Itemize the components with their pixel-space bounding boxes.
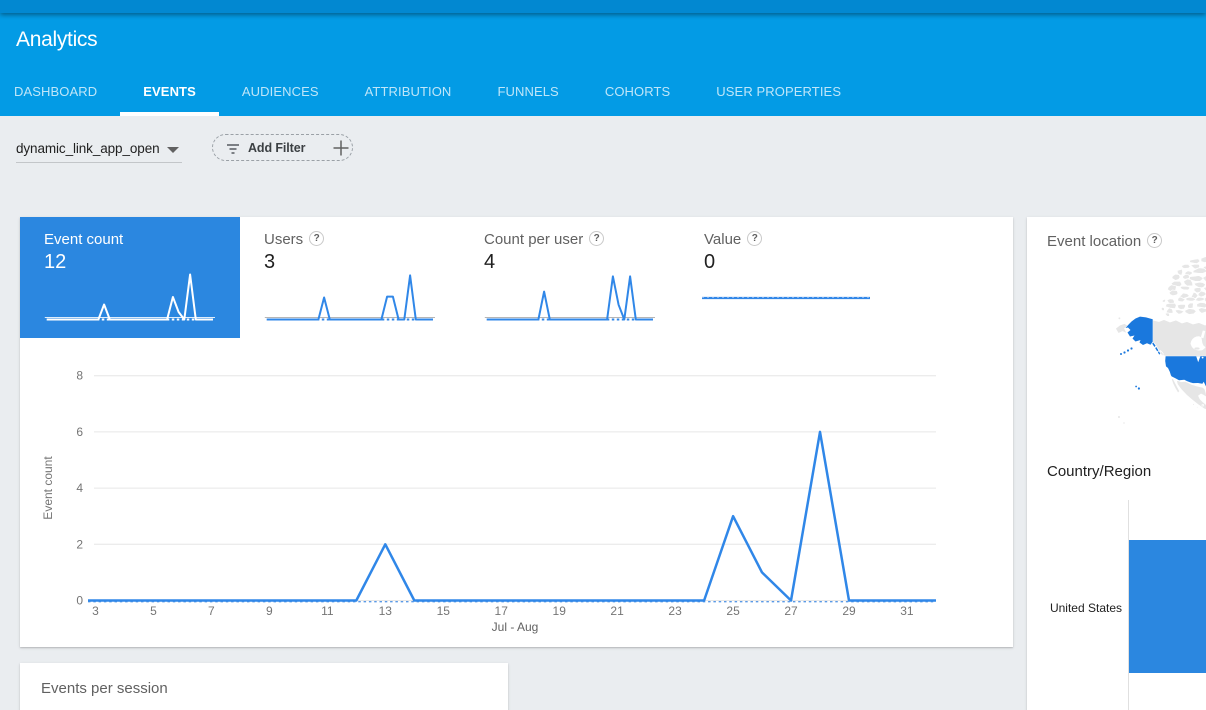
svg-text:31: 31: [900, 604, 914, 618]
svg-text:27: 27: [784, 604, 798, 618]
svg-text:7: 7: [208, 604, 215, 618]
svg-text:11: 11: [321, 604, 334, 618]
svg-text:0: 0: [76, 594, 83, 608]
svg-text:8: 8: [76, 369, 83, 383]
svg-text:Jul - Aug: Jul - Aug: [492, 620, 539, 634]
svg-text:23: 23: [668, 604, 682, 618]
svg-text:15: 15: [437, 604, 451, 618]
svg-text:Event count: Event count: [41, 456, 55, 520]
svg-text:2: 2: [76, 537, 83, 551]
svg-text:3: 3: [92, 604, 99, 618]
svg-text:13: 13: [379, 604, 393, 618]
svg-text:5: 5: [150, 604, 157, 618]
svg-text:29: 29: [842, 604, 856, 618]
svg-text:4: 4: [76, 481, 83, 495]
svg-text:9: 9: [266, 604, 273, 618]
svg-text:17: 17: [495, 604, 509, 618]
svg-text:6: 6: [76, 425, 83, 439]
svg-text:21: 21: [610, 604, 624, 618]
svg-text:25: 25: [726, 604, 740, 618]
svg-text:19: 19: [553, 604, 567, 618]
